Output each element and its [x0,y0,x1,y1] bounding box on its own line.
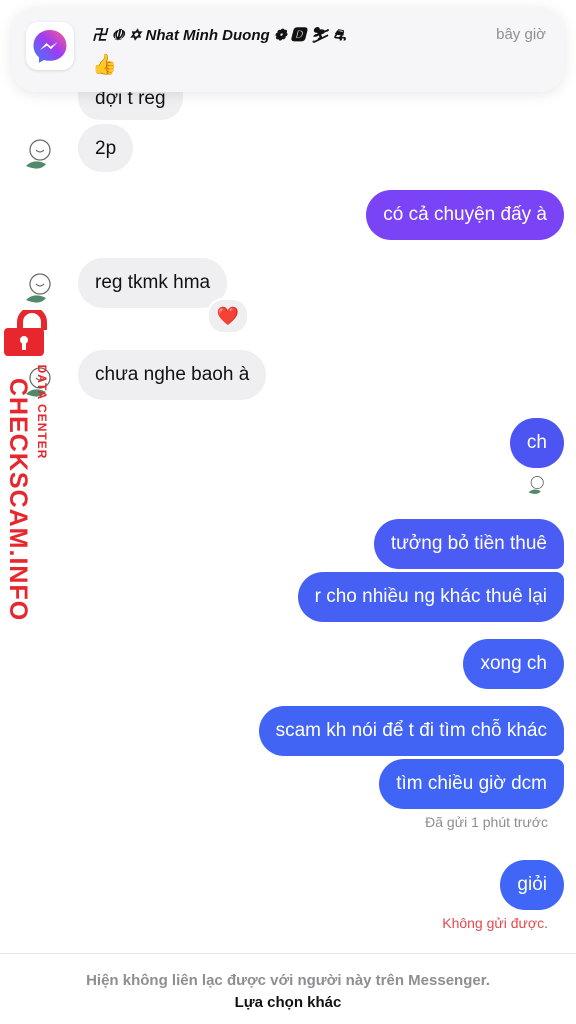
message-bubble[interactable]: xong ch [463,639,564,689]
unreachable-notice: Hiện không liên lạc được với người này t… [86,972,490,989]
message-bubble[interactable]: giỏi [500,860,564,910]
padlock-icon [4,310,47,356]
message-bubble[interactable]: reg tkmk hma [78,258,228,308]
message-bubble[interactable]: chưa nghe baoh à [78,350,267,400]
thumbs-up-icon: 👍 [92,54,117,76]
message-bubble[interactable]: tưởng bỏ tiền thuê [373,519,564,569]
notification-banner[interactable]: 卍 ☫ ✡ Nhat Minh Duong ❁ 🅳 ⛷ ⛐ bây giờ 👍 [12,8,564,92]
messenger-icon [26,22,74,70]
message-bubble[interactable]: có cả chuyện đấy à [366,190,564,240]
footer-divider [0,953,576,954]
contact-avatar[interactable] [22,270,54,306]
message-bubble[interactable]: 2p [78,124,134,172]
message-bubble[interactable]: ch [509,418,564,468]
message-bubble[interactable]: scam kh nói để t đi tìm chỗ khác [258,706,564,756]
contact-avatar[interactable] [22,136,54,172]
notification-time: bây giờ [496,26,546,43]
watermark-sub: DATA CENTER [35,364,49,460]
reaction-heart[interactable]: ❤️ [207,298,249,334]
other-options-link[interactable]: Lựa chọn khác [0,994,576,1011]
error-status[interactable]: Không gửi được. [442,915,548,931]
message-bubble[interactable]: r cho nhiều ng khác thuê lại [297,572,564,622]
notification-sender: 卍 ☫ ✡ Nhat Minh Duong ❁ 🅳 ⛷ ⛐ [92,27,346,44]
seen-avatar [528,476,544,494]
message-bubble[interactable]: tìm chiều giờ dcm [379,759,564,809]
sent-status: Đã gửi 1 phút trước [425,814,548,830]
watermark-brand: CHECKSCAM.INFO [4,378,32,622]
